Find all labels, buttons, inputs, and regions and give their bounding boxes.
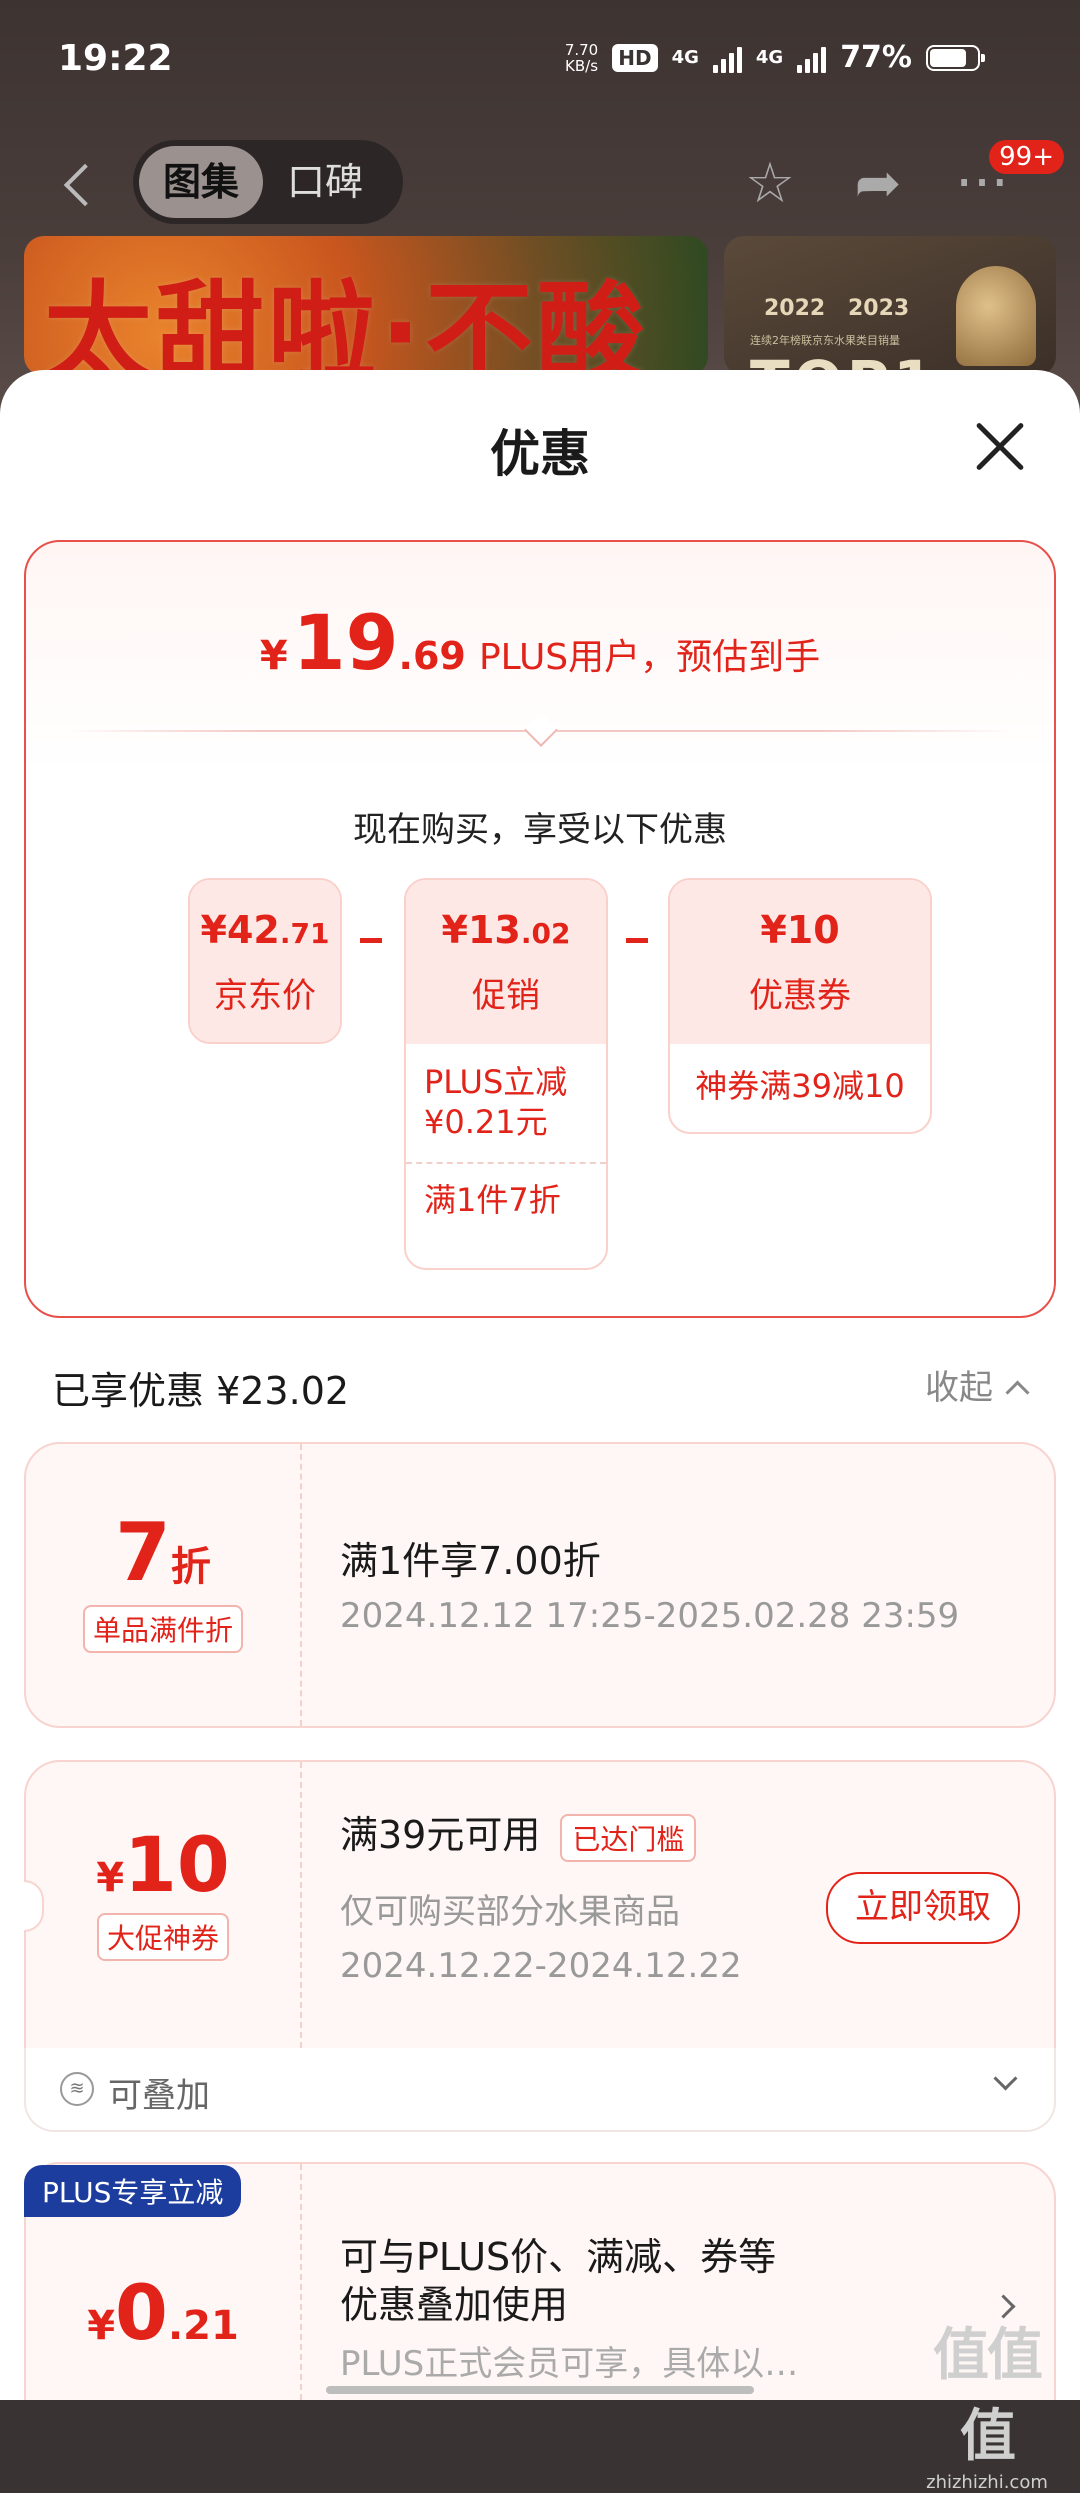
close-icon[interactable] [972,418,1028,474]
chevron-down-icon [993,2066,1018,2091]
estimated-price: ¥ 19.69 PLUS用户，预估到手 [259,598,821,687]
signal-icon-2 [797,43,827,73]
price-summary: ¥ 19.69 PLUS用户，预估到手 现在购买，享受以下优惠 ¥42.71 京… [24,540,1056,1318]
coupon-scope: 仅可购买部分水果商品 [340,1892,680,1932]
coupon-row: 神券满39减10 [695,1067,905,1105]
coupon-tag: 大促神券 [96,1913,229,1961]
card-title: 满1件享7.00折 [340,1539,601,1583]
card-validity: 2024.12.12 17:25-2025.02.28 23:59 [340,1596,960,1636]
buy-now-hint: 现在购买，享受以下优惠 [353,810,727,850]
banner-slogan: 太甜啦·不酸 [44,271,650,376]
jd-price-chip: ¥42.71 京东价 [188,878,342,1044]
minus-sign-2 [626,938,648,943]
product-page-background: 19:22 7.70 KB/s HD 4G 4G 77% 图集 口碑 ☆ ➦ ·… [0,0,1080,420]
tab-gallery[interactable]: 图集 [139,146,264,218]
plus-discount-row: PLUS立减 ¥0.21元 [424,1063,568,1141]
notification-badge: 99+ [989,140,1064,174]
status-bar: 19:22 7.70 KB/s HD 4G 4G 77% [0,0,1080,120]
discount-sheet: 优惠 ¥ 19.69 PLUS用户，预估到手 现在购买，享受以下优惠 ¥42.7… [0,370,1080,2400]
collapse-button[interactable]: 收起 [925,1360,1030,1409]
plus-card-title-1: 可与PLUS价、满减、券等 [340,2235,777,2279]
battery-percent: 77% [840,40,912,75]
threshold-reached-badge: 已达门槛 [560,1813,697,1862]
signal-icon [712,43,742,73]
discount-tag: 单品满件折 [82,1605,243,1653]
coupon-title: 满39元可用 已达门槛 [340,1804,697,1862]
hd-icon: HD [612,43,658,72]
award-banner-image[interactable]: 2022 2023 连续2年榜联京东水果类目销量 TOP1 [724,236,1056,376]
lte-label-2: 4G [755,46,784,68]
status-indicators: 7.70 KB/s HD 4G 4G 77% [564,40,985,75]
stackable-row[interactable]: ≋ 可叠加 [24,2048,1056,2132]
tab-reviews[interactable]: 口碑 [263,146,387,218]
plus-card-note: PLUS正式会员可享，具体以… [340,2344,799,2384]
banner-year-1: 2022 [764,296,826,321]
share-icon[interactable]: ➦ [846,152,910,216]
full-discount-row: 满1件7折 [406,1162,606,1236]
battery-icon [926,44,985,71]
trophy-icon [956,266,1036,366]
stack-icon: ≋ [60,2072,94,2106]
promotion-chip: ¥13.02 促销 PLUS立减 ¥0.21元 满1件7折 [404,878,608,1270]
gallery-tabs: 图集 口碑 [133,140,403,224]
back-icon[interactable] [58,160,98,210]
discount-card-7off: 7折 单品满件折 满1件享7.00折 2024.12.12 17:25-2025… [24,1442,1056,1728]
star-icon[interactable]: ☆ [738,152,802,216]
divider-arrow [524,713,558,747]
coupon-validity: 2024.12.22-2024.12.22 [340,1946,742,1986]
top-nav: 图集 口碑 ☆ ➦ ··· 99+ [0,140,1080,230]
banner-award-desc: 连续2年榜联京东水果类目销量 [750,334,900,347]
coupon-chip: ¥10 优惠券 神券满39减10 [668,878,932,1134]
coupon-card: ¥10 大促神券 满39元可用 已达门槛 仅可购买部分水果商品 2024.12.2… [24,1760,1056,2050]
banner-year-2: 2023 [848,296,910,321]
status-time: 19:22 [58,38,173,79]
product-banner-image[interactable]: 太甜啦·不酸 [24,236,708,376]
sheet-title: 优惠 [490,425,590,483]
enjoyed-discount: 已享优惠 ¥23.02 [52,1369,350,1413]
home-indicator[interactable] [326,2386,754,2394]
watermark-logo: 值值值 zhizhizhi.com [926,2323,1048,2493]
minus-sign [360,938,382,943]
plus-card-title-2: 优惠叠加使用 [340,2283,569,2327]
lte-label-1: 4G [671,46,699,68]
claim-coupon-button[interactable]: 立即领取 [826,1872,1020,1944]
stackable-label: 可叠加 [108,2076,210,2116]
network-speed: 7.70 KB/s [564,40,599,75]
chevron-up-icon [1005,1380,1030,1405]
plus-exclusive-tag: PLUS专享立减 [24,2165,242,2217]
